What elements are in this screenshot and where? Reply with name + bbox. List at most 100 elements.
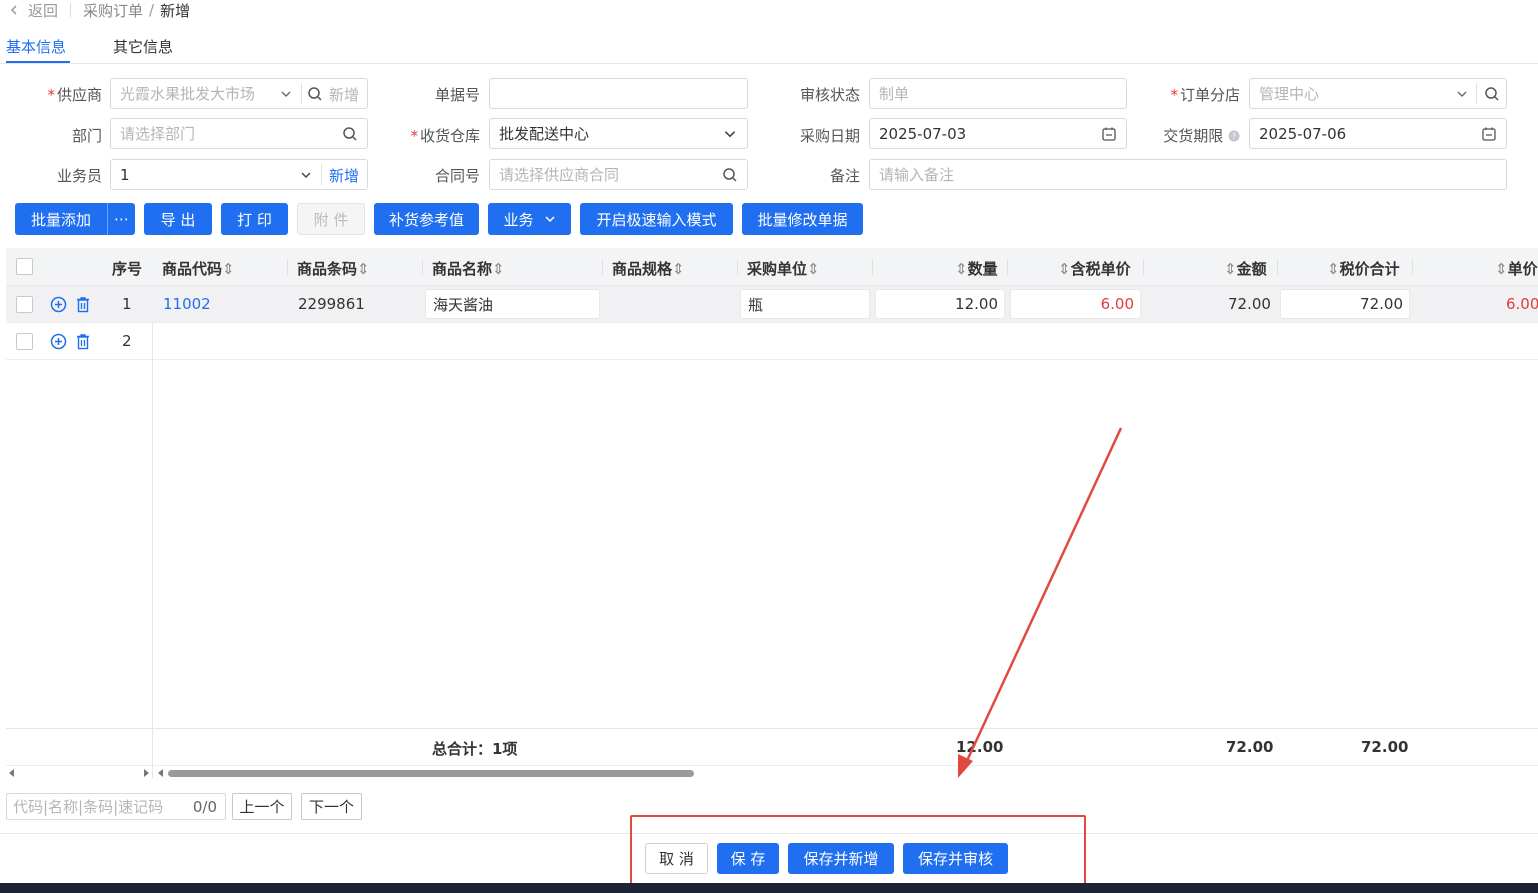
- purchase-date-picker[interactable]: 2025-07-03: [869, 118, 1127, 149]
- contract-label: 合同号: [434, 167, 480, 185]
- col-spec[interactable]: 商品规格⇕: [612, 258, 685, 279]
- row-seq: 1: [122, 295, 132, 313]
- divider: [1476, 83, 1477, 104]
- row-unit-price: 6.00: [1506, 295, 1538, 313]
- bill-no-label: 单据号: [434, 86, 480, 104]
- tab-bar: 基本信息 其它信息: [0, 30, 1538, 64]
- row-checkbox[interactable]: [16, 296, 33, 313]
- supplier-value: 光霞水果批发大市场: [120, 85, 256, 103]
- taskbar: [0, 883, 1538, 893]
- divider: [321, 164, 322, 185]
- col-amount[interactable]: ⇕金额: [1224, 258, 1267, 279]
- divider: [1277, 259, 1278, 275]
- col-unit-price[interactable]: ⇕单价: [1495, 258, 1538, 279]
- print-button[interactable]: 打 印: [221, 203, 288, 235]
- attachment-button: 附 件: [297, 203, 365, 235]
- summary-label: 总合计：1项: [432, 740, 518, 758]
- select-all-checkbox[interactable]: [16, 258, 33, 275]
- prev-match-button[interactable]: 上一个: [232, 793, 292, 820]
- business-label: 业务: [503, 210, 534, 229]
- tab-basic-info[interactable]: 基本信息: [6, 36, 66, 57]
- row-seq: 2: [122, 332, 132, 350]
- delivery-date-picker[interactable]: 2025-07-06: [1249, 118, 1507, 149]
- scroll-right-icon[interactable]: [142, 769, 150, 777]
- col-name[interactable]: 商品名称⇕: [432, 258, 505, 279]
- dept-select[interactable]: 请选择部门: [110, 118, 368, 149]
- supplier-add-link[interactable]: 新增: [329, 84, 359, 105]
- audit-status-label: 审核状态: [799, 86, 860, 104]
- delivery-label: 交货期限 ?: [1144, 125, 1240, 146]
- search-icon[interactable]: [1484, 86, 1500, 102]
- chevron-left-icon: [10, 5, 17, 15]
- table-row[interactable]: 1 11002 2299861 海天酱油 瓶 12.00 6.00 72.00 …: [6, 286, 1538, 323]
- restock-reference-button[interactable]: 补货参考值: [374, 203, 479, 235]
- purchase-date-label: 采购日期: [799, 127, 860, 145]
- row-amount: 72.00: [1228, 295, 1271, 313]
- horizontal-scrollbar-thumb[interactable]: [168, 770, 694, 777]
- chevron-down-icon[interactable]: [299, 168, 313, 182]
- breadcrumb-slash: /: [149, 1, 155, 19]
- delete-row-icon[interactable]: [75, 296, 91, 313]
- add-row-icon[interactable]: [50, 333, 67, 350]
- divider: [1412, 259, 1413, 275]
- search-icon[interactable]: [722, 167, 738, 183]
- remark-input[interactable]: 请输入备注: [869, 159, 1507, 190]
- col-total[interactable]: ⇕税价合计: [1327, 258, 1400, 279]
- summary-row: 总合计：1项 12.00 72.00 72.00: [6, 728, 1538, 767]
- col-unit[interactable]: 采购单位⇕: [747, 258, 820, 279]
- divider: [301, 83, 302, 104]
- calendar-icon[interactable]: [1481, 126, 1497, 142]
- calendar-icon[interactable]: [1101, 126, 1117, 142]
- salesman-select[interactable]: 1 新增: [110, 159, 368, 190]
- table-row[interactable]: 2: [6, 323, 1538, 360]
- row-code-link[interactable]: 11002: [163, 295, 211, 313]
- scroll-left-icon[interactable]: [8, 769, 16, 777]
- branch-value: 管理中心: [1259, 85, 1320, 103]
- chevron-down-icon[interactable]: [279, 87, 293, 101]
- tab-other-info[interactable]: 其它信息: [113, 36, 173, 57]
- col-qty[interactable]: ⇕数量: [955, 258, 998, 279]
- dept-label: 部门: [71, 127, 102, 145]
- col-code[interactable]: 商品代码⇕: [162, 258, 235, 279]
- search-icon[interactable]: [342, 126, 358, 142]
- col-seq: 序号: [112, 260, 143, 278]
- divider: [70, 3, 72, 17]
- chevron-down-icon[interactable]: [1455, 87, 1469, 101]
- add-row-icon[interactable]: [50, 296, 67, 313]
- supplier-select[interactable]: 光霞水果批发大市场 新增: [110, 78, 368, 109]
- more-icon[interactable]: ⋯: [107, 203, 135, 235]
- col-tax-price[interactable]: ⇕含税单价: [1058, 258, 1131, 279]
- row-tax-price-input[interactable]: 6.00: [1010, 289, 1141, 319]
- divider: [287, 259, 288, 275]
- batch-edit-button[interactable]: 批量修改单据: [742, 203, 863, 235]
- bill-no-input[interactable]: [489, 78, 748, 109]
- next-match-button[interactable]: 下一个: [301, 793, 362, 820]
- row-unit-input[interactable]: 瓶: [740, 289, 870, 319]
- search-icon[interactable]: [307, 86, 323, 102]
- export-button[interactable]: 导 出: [144, 203, 212, 235]
- branch-select[interactable]: 管理中心: [1249, 78, 1507, 109]
- fast-input-mode-button[interactable]: 开启极速输入模式: [580, 203, 733, 235]
- batch-add-button[interactable]: 批量添加 ⋯: [15, 203, 135, 235]
- scroll-left-icon[interactable]: [157, 769, 165, 777]
- breadcrumb-parent[interactable]: 采购订单: [83, 0, 143, 21]
- row-qty-input[interactable]: 12.00: [875, 289, 1005, 319]
- delete-row-icon[interactable]: [75, 333, 91, 350]
- row-name-input[interactable]: 海天酱油: [425, 289, 600, 319]
- branch-label: * 订单分店: [1170, 86, 1240, 104]
- salesman-add-link[interactable]: 新增: [329, 165, 359, 186]
- warehouse-select[interactable]: 批发配送中心: [489, 118, 748, 149]
- annotation-highlight-box: [630, 815, 1086, 890]
- business-dropdown-button[interactable]: 业务: [488, 203, 571, 235]
- row-checkbox[interactable]: [16, 333, 33, 350]
- chevron-down-icon[interactable]: [722, 126, 738, 142]
- back-label: 返回: [28, 1, 59, 20]
- contract-placeholder: 请选择供应商合同: [499, 166, 620, 184]
- back-link[interactable]: 返回: [8, 0, 58, 21]
- contract-select[interactable]: 请选择供应商合同: [489, 159, 748, 190]
- row-finder-input[interactable]: 代码|名称|条码|速记码 0/0: [6, 793, 226, 820]
- help-icon[interactable]: ?: [1228, 130, 1240, 142]
- row-total-input[interactable]: 72.00: [1280, 289, 1410, 319]
- audit-status-field: 制单: [869, 78, 1127, 109]
- col-barcode[interactable]: 商品条码⇕: [297, 258, 370, 279]
